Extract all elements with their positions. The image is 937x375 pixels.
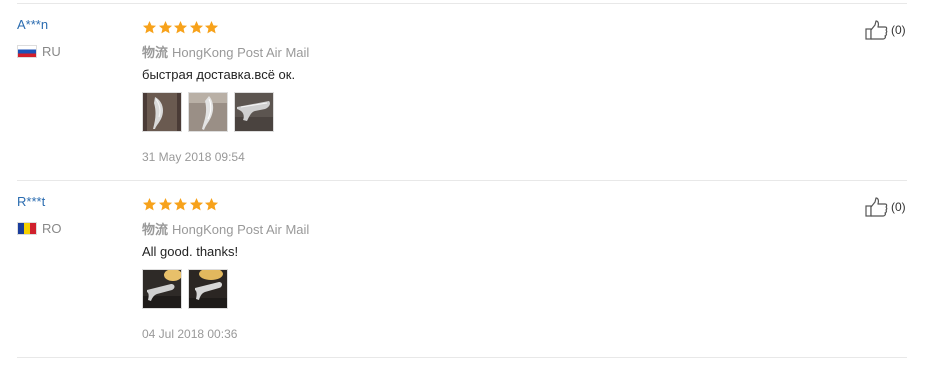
review-text: быстрая доставка.всё ок. xyxy=(142,67,296,82)
star-icon xyxy=(189,20,203,34)
review-photo-thumbnail[interactable] xyxy=(142,92,182,132)
country-code: RO xyxy=(42,221,62,236)
star-icon xyxy=(204,197,219,211)
country-code: RU xyxy=(42,44,61,59)
review-list: A***n RU 物流 HongKong Post Air Mail быстра… xyxy=(0,0,937,375)
review-photo-thumbnail[interactable] xyxy=(234,92,274,132)
reviewer-name[interactable]: A***n xyxy=(17,17,48,32)
review-photos xyxy=(142,269,234,309)
star-icon xyxy=(189,197,203,211)
helpful-button[interactable]: (0) xyxy=(865,197,906,217)
knife-photo-icon xyxy=(189,270,227,308)
shipping-info: 物流 HongKong Post Air Mail xyxy=(142,219,309,238)
star-icon xyxy=(158,197,172,211)
shipping-label: 物流 xyxy=(142,222,169,237)
star-icon xyxy=(173,20,188,34)
shipping-label: 物流 xyxy=(142,45,169,60)
review-text: All good. thanks! xyxy=(142,244,239,259)
knife-photo-icon xyxy=(143,93,181,131)
knife-photo-icon xyxy=(189,93,227,131)
reviewer-country: RO xyxy=(17,221,62,236)
knife-photo-icon xyxy=(143,270,181,308)
helpful-count: (0) xyxy=(891,23,906,37)
helpful-button[interactable]: (0) xyxy=(865,20,906,40)
review-date: 31 May 2018 09:54 xyxy=(142,150,245,164)
thumbs-up-icon xyxy=(865,20,888,40)
shipping-info: 物流 HongKong Post Air Mail xyxy=(142,42,309,61)
review-photo-thumbnail[interactable] xyxy=(188,269,228,309)
russia-flag-icon xyxy=(17,45,37,58)
reviewer-name[interactable]: R***t xyxy=(17,194,45,209)
star-icon xyxy=(142,20,157,34)
review-photo-thumbnail[interactable] xyxy=(142,269,182,309)
thumbs-up-icon xyxy=(865,197,888,217)
knife-photo-icon xyxy=(235,93,273,131)
review-item: A***n RU 物流 HongKong Post Air Mail быстра… xyxy=(0,4,937,180)
shipping-method: HongKong Post Air Mail xyxy=(172,45,310,60)
star-icon xyxy=(142,197,157,211)
review-item: R***t RO 物流 HongKong Post Air Mail All go… xyxy=(0,181,937,357)
shipping-method: HongKong Post Air Mail xyxy=(172,222,310,237)
star-icon xyxy=(204,20,219,34)
star-icon xyxy=(173,197,188,211)
star-rating xyxy=(142,197,220,212)
review-photo-thumbnail[interactable] xyxy=(188,92,228,132)
review-photos xyxy=(142,92,280,132)
helpful-count: (0) xyxy=(891,200,906,214)
star-icon xyxy=(158,20,172,34)
review-date: 04 Jul 2018 00:36 xyxy=(142,327,238,341)
romania-flag-icon xyxy=(17,222,37,235)
divider xyxy=(17,357,907,358)
reviewer-country: RU xyxy=(17,44,61,59)
star-rating xyxy=(142,20,220,35)
